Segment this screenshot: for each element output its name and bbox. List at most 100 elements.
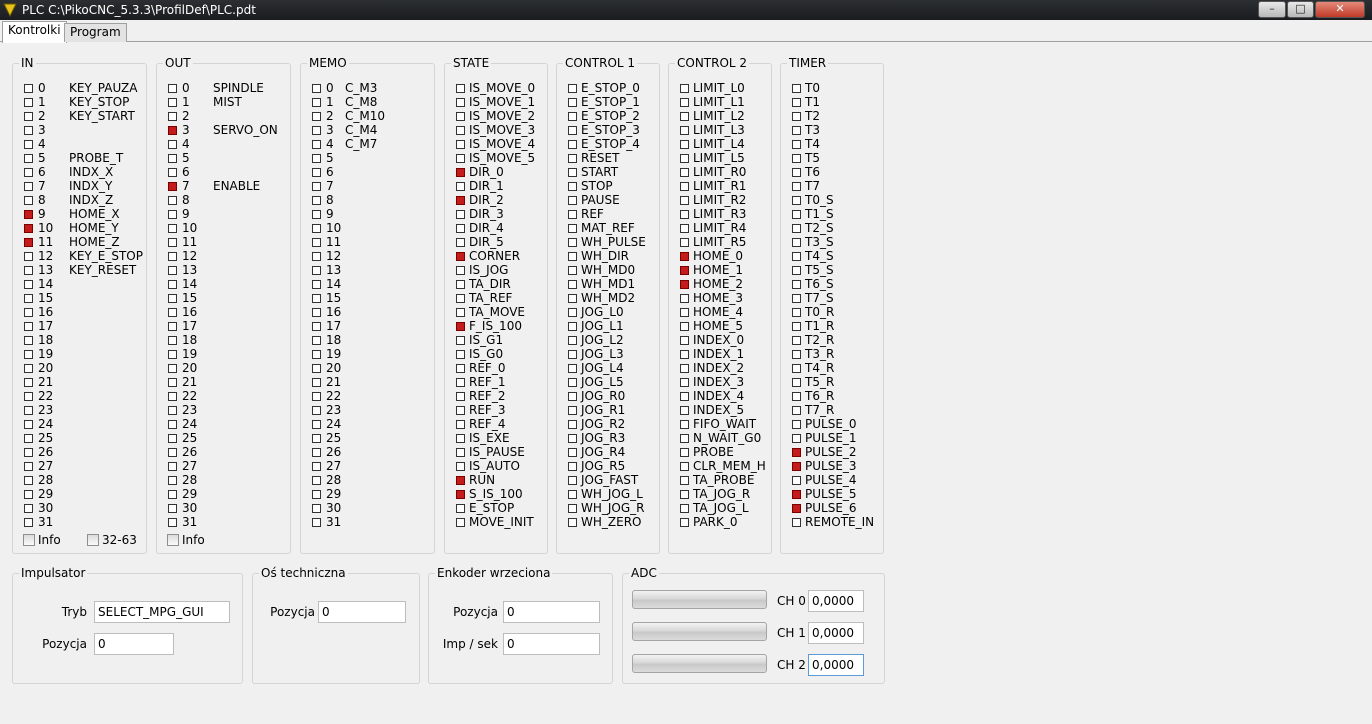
adc-ch2-field[interactable]: 0,0000: [808, 654, 864, 676]
indicator-off-icon: [680, 84, 689, 93]
indicator-off-icon: [168, 238, 177, 247]
indicator-off-icon: [680, 448, 689, 457]
memo-bit-number: 7: [326, 179, 334, 193]
control2-signal-label: LIMIT_L3: [693, 123, 745, 137]
control2-signal-label: TA_JOG_R: [693, 487, 751, 501]
state-panel: STATE IS_MOVE_0 IS_MOVE_1 IS_MOVE_2 IS_MOVE_…: [444, 56, 548, 554]
control1-row: JOG_L2: [568, 333, 658, 347]
checkbox-icon[interactable]: [167, 534, 179, 546]
in-row: 22: [24, 389, 145, 403]
indicator-on-icon: [456, 196, 465, 205]
in-row: 1 KEY_STOP: [24, 95, 145, 109]
state-row: IS_AUTO: [456, 459, 546, 473]
memo-bit-number: 8: [326, 193, 334, 207]
memo-bit-number: 12: [326, 249, 342, 263]
control1-signal-label: MAT_REF: [581, 221, 635, 235]
indicator-off-icon: [168, 294, 177, 303]
out-bit-number: 26: [182, 445, 198, 459]
adc-ch0-field[interactable]: 0,0000: [808, 590, 864, 612]
checkbox-icon[interactable]: [23, 534, 35, 546]
in-row: 0 KEY_PAUZA: [24, 81, 145, 95]
out-row: 28: [168, 473, 289, 487]
minimize-button[interactable]: –: [1258, 1, 1286, 18]
in-info-checkbox[interactable]: Info: [23, 533, 78, 547]
control1-signal-label: E_STOP_2: [581, 109, 640, 123]
indicator-off-icon: [312, 140, 321, 149]
timer-signal-label: T5: [805, 151, 820, 165]
out-row: 18: [168, 333, 289, 347]
timer-signal-label: T4_R: [805, 361, 835, 375]
impulsator-pozycja-field[interactable]: 0: [94, 633, 174, 655]
timer-signal-label: T0_S: [805, 193, 834, 207]
out-row: 29: [168, 487, 289, 501]
indicator-off-icon: [792, 364, 801, 373]
control2-signal-label: INDEX_1: [693, 347, 745, 361]
state-signal-label: IS_G0: [469, 347, 504, 361]
memo-bit-number: 25: [326, 431, 342, 445]
adc-ch1-field[interactable]: 0,0000: [808, 622, 864, 644]
indicator-off-icon: [680, 168, 689, 177]
adc-panel: ADC CH 0 0,0000 CH 1 0,0000 CH 2 0,0000: [622, 566, 885, 684]
indicator-off-icon: [312, 84, 321, 93]
control2-row: LIMIT_L0: [680, 81, 770, 95]
indicator-off-icon: [312, 98, 321, 107]
control1-row: JOG_R3: [568, 431, 658, 445]
close-button[interactable]: ✕: [1315, 1, 1365, 18]
control1-row: MAT_REF: [568, 221, 658, 235]
indicator-off-icon: [680, 322, 689, 331]
memo-row: 12: [312, 249, 433, 263]
out-row: 19: [168, 347, 289, 361]
indicator-off-icon: [680, 154, 689, 163]
indicator-off-icon: [568, 252, 577, 261]
indicator-off-icon: [312, 420, 321, 429]
in-bit-number: 31: [38, 515, 54, 529]
indicator-off-icon: [792, 182, 801, 191]
indicator-off-icon: [24, 476, 33, 485]
out-checkbox-label: Info: [182, 533, 205, 547]
indicator-off-icon: [792, 168, 801, 177]
state-row: IS_MOVE_2: [456, 109, 546, 123]
indicator-off-icon: [456, 434, 465, 443]
tab-kontrolki[interactable]: Kontrolki: [2, 21, 67, 43]
indicator-off-icon: [456, 406, 465, 415]
timer-signal-label: PULSE_5: [805, 487, 857, 501]
indicator-off-icon: [168, 224, 177, 233]
maximize-button[interactable]: □: [1287, 1, 1314, 18]
memo-row: 9: [312, 207, 433, 221]
indicator-off-icon: [792, 266, 801, 275]
in-range-checkbox[interactable]: 32-63: [87, 533, 142, 547]
control2-row: HOME_5: [680, 319, 770, 333]
in-row: 4: [24, 137, 145, 151]
indicator-off-icon: [792, 210, 801, 219]
enkoder-imp-field[interactable]: 0: [503, 633, 600, 655]
in-bit-number: 4: [38, 137, 46, 151]
control1-signal-label: JOG_L1: [581, 319, 624, 333]
control1-row: JOG_R4: [568, 445, 658, 459]
out-row: 27: [168, 459, 289, 473]
tab-program[interactable]: Program: [64, 23, 127, 42]
timer-signal-label: PULSE_1: [805, 431, 857, 445]
checkbox-icon[interactable]: [87, 534, 99, 546]
indicator-off-icon: [24, 182, 33, 191]
impulsator-tryb-field[interactable]: SELECT_MPG_GUI: [94, 601, 230, 623]
enkoder-pozycja-field[interactable]: 0: [503, 601, 600, 623]
os-techniczna-pozycja-field[interactable]: 0: [318, 601, 406, 623]
control2-signal-label: LIMIT_R5: [693, 235, 747, 249]
in-panel: IN 0 KEY_PAUZA 1 KEY_STOP 2 KEY_START 3 4 5 PROBE_…: [12, 56, 147, 554]
out-panel: OUT 0 SPINDLE 1 MIST 2 3 SERVO_ON 4 5 6 7 ENABLE 8 9 10…: [156, 56, 291, 554]
out-info-checkbox[interactable]: Info: [167, 533, 222, 547]
state-row: REF_0: [456, 361, 546, 375]
memo-row: 16: [312, 305, 433, 319]
enkoder-panel: Enkoder wrzeciona Pozycja 0 Imp / sek 0: [428, 566, 613, 684]
control2-signal-label: HOME_3: [693, 291, 744, 305]
timer-row: T3_R: [792, 347, 882, 361]
control2-signal-label: LIMIT_R4: [693, 221, 747, 235]
timer-row: T6_R: [792, 389, 882, 403]
memo-bit-number: 30: [326, 501, 342, 515]
state-signal-label: REF_0: [469, 361, 506, 375]
out-bit-number: 8: [182, 193, 190, 207]
indicator-off-icon: [792, 238, 801, 247]
adc-ch1-label: CH 1: [777, 626, 806, 640]
indicator-on-icon: [456, 168, 465, 177]
enkoder-title: Enkoder wrzeciona: [435, 566, 553, 580]
